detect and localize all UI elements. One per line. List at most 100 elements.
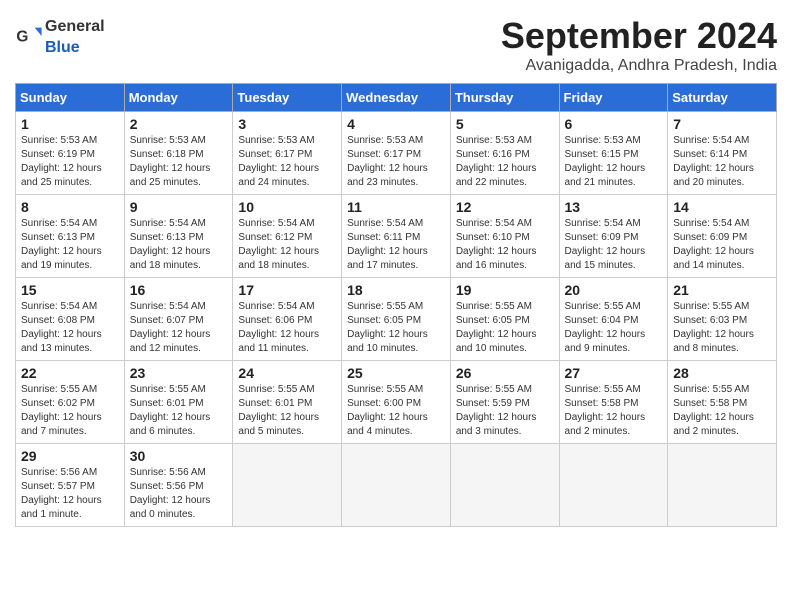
day-info: Sunrise: 5:56 AM Sunset: 5:56 PM Dayligh… <box>130 466 228 522</box>
day-number: 9 <box>130 199 228 215</box>
day-info: Sunrise: 5:55 AM Sunset: 6:04 PM Dayligh… <box>565 300 663 356</box>
day-info: Sunrise: 5:54 AM Sunset: 6:10 PM Dayligh… <box>456 217 554 273</box>
calendar-cell: 20 Sunrise: 5:55 AM Sunset: 6:04 PM Dayli… <box>559 278 668 361</box>
day-number: 12 <box>456 199 554 215</box>
day-info: Sunrise: 5:54 AM Sunset: 6:08 PM Dayligh… <box>21 300 119 356</box>
calendar-cell: 12 Sunrise: 5:54 AM Sunset: 6:10 PM Dayli… <box>450 195 559 278</box>
day-number: 14 <box>673 199 771 215</box>
day-info: Sunrise: 5:53 AM Sunset: 6:17 PM Dayligh… <box>238 134 336 190</box>
day-info: Sunrise: 5:55 AM Sunset: 6:01 PM Dayligh… <box>238 383 336 439</box>
logo: G General Blue <box>15 15 105 57</box>
calendar-cell <box>450 444 559 527</box>
calendar-cell: 11 Sunrise: 5:54 AM Sunset: 6:11 PM Dayli… <box>342 195 451 278</box>
day-info: Sunrise: 5:54 AM Sunset: 6:09 PM Dayligh… <box>565 217 663 273</box>
day-info: Sunrise: 5:55 AM Sunset: 5:58 PM Dayligh… <box>565 383 663 439</box>
day-info: Sunrise: 5:53 AM Sunset: 6:17 PM Dayligh… <box>347 134 445 190</box>
calendar-cell: 17Sunrise: 5:54 AM Sunset: 6:06 PM Dayli… <box>233 278 342 361</box>
day-number: 16 <box>130 282 228 298</box>
header-day-thursday: Thursday <box>450 84 559 112</box>
day-info: Sunrise: 5:55 AM Sunset: 6:01 PM Dayligh… <box>130 383 228 439</box>
day-info: Sunrise: 5:55 AM Sunset: 6:05 PM Dayligh… <box>347 300 445 356</box>
day-info: Sunrise: 5:54 AM Sunset: 6:13 PM Dayligh… <box>130 217 228 273</box>
day-info: Sunrise: 5:55 AM Sunset: 6:05 PM Dayligh… <box>456 300 554 356</box>
day-number: 21 <box>673 282 771 298</box>
calendar-week-row: 29Sunrise: 5:56 AM Sunset: 5:57 PM Dayli… <box>16 444 777 527</box>
calendar-cell: 27 Sunrise: 5:55 AM Sunset: 5:58 PM Dayli… <box>559 361 668 444</box>
calendar-week-row: 1Sunrise: 5:53 AM Sunset: 6:19 PM Daylig… <box>16 112 777 195</box>
calendar-cell: 16Sunrise: 5:54 AM Sunset: 6:07 PM Dayli… <box>124 278 233 361</box>
calendar-cell: 23 Sunrise: 5:55 AM Sunset: 6:01 PM Dayli… <box>124 361 233 444</box>
calendar-cell: 28 Sunrise: 5:55 AM Sunset: 5:58 PM Dayli… <box>668 361 777 444</box>
day-number: 11 <box>347 199 445 215</box>
logo-blue-text: Blue <box>45 39 80 56</box>
header-day-wednesday: Wednesday <box>342 84 451 112</box>
page-header: G General Blue September 2024 Avanigadda… <box>15 15 777 75</box>
header-day-sunday: Sunday <box>16 84 125 112</box>
day-number: 7 <box>673 116 771 132</box>
header-day-saturday: Saturday <box>668 84 777 112</box>
day-info: Sunrise: 5:54 AM Sunset: 6:09 PM Dayligh… <box>673 217 771 273</box>
calendar-cell: 3 Sunrise: 5:53 AM Sunset: 6:17 PM Daylig… <box>233 112 342 195</box>
day-number: 2 <box>130 116 228 132</box>
day-number: 15 <box>21 282 119 298</box>
calendar-cell: 1Sunrise: 5:53 AM Sunset: 6:19 PM Daylig… <box>16 112 125 195</box>
day-number: 23 <box>130 365 228 381</box>
logo-icon: G <box>15 22 43 50</box>
calendar-cell: 18 Sunrise: 5:55 AM Sunset: 6:05 PM Dayli… <box>342 278 451 361</box>
day-number: 24 <box>238 365 336 381</box>
day-info: Sunrise: 5:54 AM Sunset: 6:06 PM Dayligh… <box>238 300 336 356</box>
day-number: 28 <box>673 365 771 381</box>
calendar-table: SundayMondayTuesdayWednesdayThursdayFrid… <box>15 83 777 527</box>
calendar-cell: 21 Sunrise: 5:55 AM Sunset: 6:03 PM Dayli… <box>668 278 777 361</box>
calendar-cell: 15 Sunrise: 5:54 AM Sunset: 6:08 PM Dayli… <box>16 278 125 361</box>
calendar-cell: 10 Sunrise: 5:54 AM Sunset: 6:12 PM Dayli… <box>233 195 342 278</box>
day-number: 25 <box>347 365 445 381</box>
calendar-cell: 9 Sunrise: 5:54 AM Sunset: 6:13 PM Daylig… <box>124 195 233 278</box>
day-info: Sunrise: 5:54 AM Sunset: 6:13 PM Dayligh… <box>21 217 119 273</box>
calendar-cell <box>233 444 342 527</box>
calendar-cell <box>668 444 777 527</box>
day-number: 5 <box>456 116 554 132</box>
day-info: Sunrise: 5:55 AM Sunset: 5:58 PM Dayligh… <box>673 383 771 439</box>
calendar-cell: 5Sunrise: 5:53 AM Sunset: 6:16 PM Daylig… <box>450 112 559 195</box>
day-info: Sunrise: 5:55 AM Sunset: 6:00 PM Dayligh… <box>347 383 445 439</box>
calendar-cell: 24 Sunrise: 5:55 AM Sunset: 6:01 PM Dayli… <box>233 361 342 444</box>
day-number: 26 <box>456 365 554 381</box>
day-number: 29 <box>21 448 119 464</box>
calendar-header-row: SundayMondayTuesdayWednesdayThursdayFrid… <box>16 84 777 112</box>
calendar-cell: 29Sunrise: 5:56 AM Sunset: 5:57 PM Dayli… <box>16 444 125 527</box>
day-info: Sunrise: 5:53 AM Sunset: 6:19 PM Dayligh… <box>21 134 119 190</box>
calendar-cell: 30 Sunrise: 5:56 AM Sunset: 5:56 PM Dayli… <box>124 444 233 527</box>
day-number: 4 <box>347 116 445 132</box>
day-info: Sunrise: 5:54 AM Sunset: 6:14 PM Dayligh… <box>673 134 771 190</box>
logo-general-text: General <box>45 18 105 35</box>
day-info: Sunrise: 5:55 AM Sunset: 5:59 PM Dayligh… <box>456 383 554 439</box>
day-number: 18 <box>347 282 445 298</box>
calendar-cell: 19 Sunrise: 5:55 AM Sunset: 6:05 PM Dayli… <box>450 278 559 361</box>
header-day-tuesday: Tuesday <box>233 84 342 112</box>
day-info: Sunrise: 5:55 AM Sunset: 6:03 PM Dayligh… <box>673 300 771 356</box>
day-number: 20 <box>565 282 663 298</box>
calendar-cell: 4 Sunrise: 5:53 AM Sunset: 6:17 PM Daylig… <box>342 112 451 195</box>
day-number: 19 <box>456 282 554 298</box>
month-title: September 2024 <box>501 15 777 57</box>
day-number: 13 <box>565 199 663 215</box>
calendar-cell: 14 Sunrise: 5:54 AM Sunset: 6:09 PM Dayli… <box>668 195 777 278</box>
location-title: Avanigadda, Andhra Pradesh, India <box>501 57 777 75</box>
day-number: 3 <box>238 116 336 132</box>
calendar-week-row: 22Sunrise: 5:55 AM Sunset: 6:02 PM Dayli… <box>16 361 777 444</box>
day-number: 6 <box>565 116 663 132</box>
calendar-cell <box>342 444 451 527</box>
day-info: Sunrise: 5:54 AM Sunset: 6:12 PM Dayligh… <box>238 217 336 273</box>
day-info: Sunrise: 5:54 AM Sunset: 6:11 PM Dayligh… <box>347 217 445 273</box>
title-block: September 2024 Avanigadda, Andhra Prades… <box>501 15 777 75</box>
day-number: 22 <box>21 365 119 381</box>
day-number: 30 <box>130 448 228 464</box>
calendar-cell: 25 Sunrise: 5:55 AM Sunset: 6:00 PM Dayli… <box>342 361 451 444</box>
calendar-cell: 13 Sunrise: 5:54 AM Sunset: 6:09 PM Dayli… <box>559 195 668 278</box>
day-number: 27 <box>565 365 663 381</box>
calendar-cell: 8Sunrise: 5:54 AM Sunset: 6:13 PM Daylig… <box>16 195 125 278</box>
calendar-cell: 26 Sunrise: 5:55 AM Sunset: 5:59 PM Dayli… <box>450 361 559 444</box>
day-info: Sunrise: 5:53 AM Sunset: 6:18 PM Dayligh… <box>130 134 228 190</box>
day-number: 10 <box>238 199 336 215</box>
